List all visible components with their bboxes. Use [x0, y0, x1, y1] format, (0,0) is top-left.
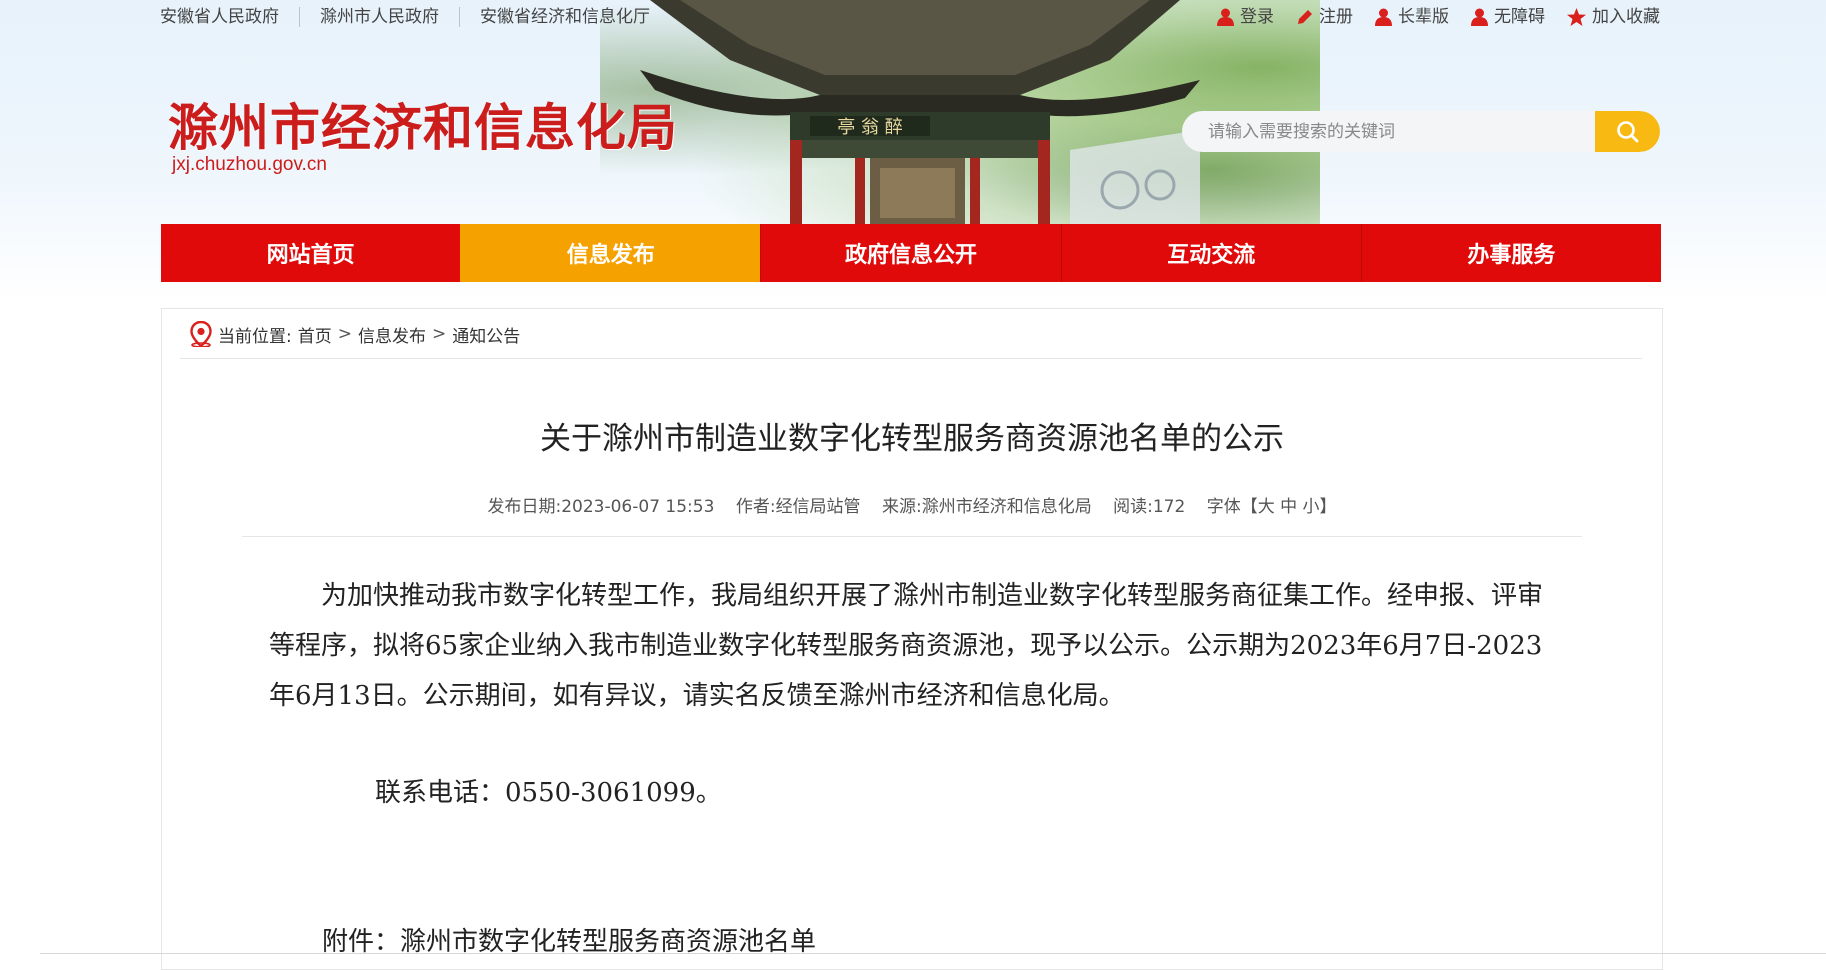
accessibility-label: 无障碍 — [1494, 7, 1545, 26]
gov-link-chuzhou-city[interactable]: 滁州市人民政府 — [299, 7, 459, 27]
gov-links: 安徽省人民政府 滁州市人民政府 安徽省经济和信息化厅 — [160, 7, 670, 27]
meta-views-label: 阅读: — [1113, 497, 1153, 517]
location-pin-icon — [190, 321, 212, 347]
meta-views-value: 172 — [1152, 497, 1186, 517]
site-title[interactable]: 滁州市经济和信息化局 — [168, 88, 678, 160]
nav-home[interactable]: 网站首页 — [161, 224, 460, 282]
font-size-controls: 字体【大 中 小】 — [1207, 497, 1337, 517]
article-contact: 联系电话：0550-3061099。 — [375, 778, 722, 808]
font-size-large[interactable]: 大 — [1258, 497, 1275, 517]
user-icon — [1217, 8, 1234, 26]
nav-services[interactable]: 办事服务 — [1360, 224, 1661, 282]
font-size-small[interactable]: 小 — [1303, 497, 1320, 517]
elder-mode-label: 长辈版 — [1398, 7, 1449, 26]
article-title: 关于滁州市制造业数字化转型服务商资源池名单的公示 — [540, 421, 1284, 457]
meta-divider — [242, 536, 1582, 537]
nav-gov-info-disclosure[interactable]: 政府信息公开 — [760, 224, 1060, 282]
meta-views: 阅读:172 — [1113, 497, 1185, 517]
nav-info-release[interactable]: 信息发布 — [460, 224, 761, 282]
site-domain: jxj.chuzhou.gov.cn — [172, 154, 327, 175]
breadcrumb: 当前位置: 首页 > 信息发布 > 通知公告 — [190, 321, 520, 347]
star-icon — [1567, 8, 1586, 26]
search-box — [1182, 111, 1660, 152]
meta-date-label: 发布日期: — [487, 497, 562, 517]
login-link[interactable]: 登录 — [1217, 6, 1274, 28]
user-icon — [1375, 8, 1392, 26]
article-body: 为加快推动我市数字化转型工作，我局组织开展了滁州市制造业数字化转型服务商征集工作… — [269, 581, 1544, 711]
register-label: 注册 — [1319, 7, 1353, 26]
main-nav: 网站首页 信息发布 政府信息公开 互动交流 办事服务 — [161, 224, 1661, 282]
breadcrumb-divider — [180, 358, 1642, 359]
breadcrumb-prefix: 当前位置: — [218, 326, 292, 347]
meta-author-label: 作者: — [735, 497, 776, 517]
meta-author: 作者:经信局站管 — [736, 497, 861, 517]
bookmark-label: 加入收藏 — [1592, 7, 1660, 26]
font-size-close: 】 — [1319, 497, 1337, 517]
bottom-scrollbar-edge — [40, 953, 1826, 954]
gov-link-anhui-province[interactable]: 安徽省人民政府 — [160, 7, 299, 27]
meta-source-value: 滁州市经济和信息化局 — [921, 497, 1092, 517]
accessibility-link[interactable]: 无障碍 — [1471, 6, 1545, 28]
article-container: 当前位置: 首页 > 信息发布 > 通知公告 关于滁州市制造业数字化转型服务商资… — [161, 308, 1663, 970]
breadcrumb-info-release[interactable]: 信息发布 — [358, 322, 426, 347]
top-bar: 安徽省人民政府 滁州市人民政府 安徽省经济和信息化厅 登录 注册 长辈版 无障碍 — [160, 0, 1660, 36]
meta-date: 发布日期:2023-06-07 15:53 — [487, 497, 714, 517]
search-input[interactable] — [1182, 111, 1608, 152]
font-size-medium[interactable]: 中 — [1280, 497, 1297, 517]
bookmark-link[interactable]: 加入收藏 — [1567, 6, 1660, 28]
user-icon — [1471, 8, 1488, 26]
svg-text:亭 翁 醉: 亭 翁 醉 — [837, 117, 902, 138]
meta-date-value: 2023-06-07 15:53 — [561, 497, 715, 517]
font-size-label: 字体【 — [1206, 497, 1258, 517]
user-actions: 登录 注册 长辈版 无障碍 加入收藏 — [1217, 6, 1660, 28]
gov-link-anhui-economy-dept[interactable]: 安徽省经济和信息化厅 — [459, 7, 670, 27]
nav-interaction[interactable]: 互动交流 — [1060, 224, 1361, 282]
breadcrumb-notices[interactable]: 通知公告 — [452, 322, 520, 347]
breadcrumb-separator: > — [431, 324, 447, 344]
meta-source-label: 来源: — [881, 497, 922, 517]
meta-author-value: 经信局站管 — [775, 497, 861, 517]
article-meta: 发布日期:2023-06-07 15:53 作者:经信局站管 来源:滁州市经济和… — [162, 492, 1662, 517]
pencil-icon — [1298, 9, 1312, 24]
breadcrumb-separator: > — [337, 324, 352, 344]
breadcrumb-home[interactable]: 首页 — [298, 322, 332, 347]
elder-mode-link[interactable]: 长辈版 — [1375, 6, 1449, 28]
search-icon — [1616, 120, 1638, 142]
meta-source: 来源:滁州市经济和信息化局 — [882, 497, 1092, 517]
login-label: 登录 — [1240, 7, 1274, 26]
register-link[interactable]: 注册 — [1296, 6, 1353, 28]
search-button[interactable] — [1595, 111, 1660, 152]
